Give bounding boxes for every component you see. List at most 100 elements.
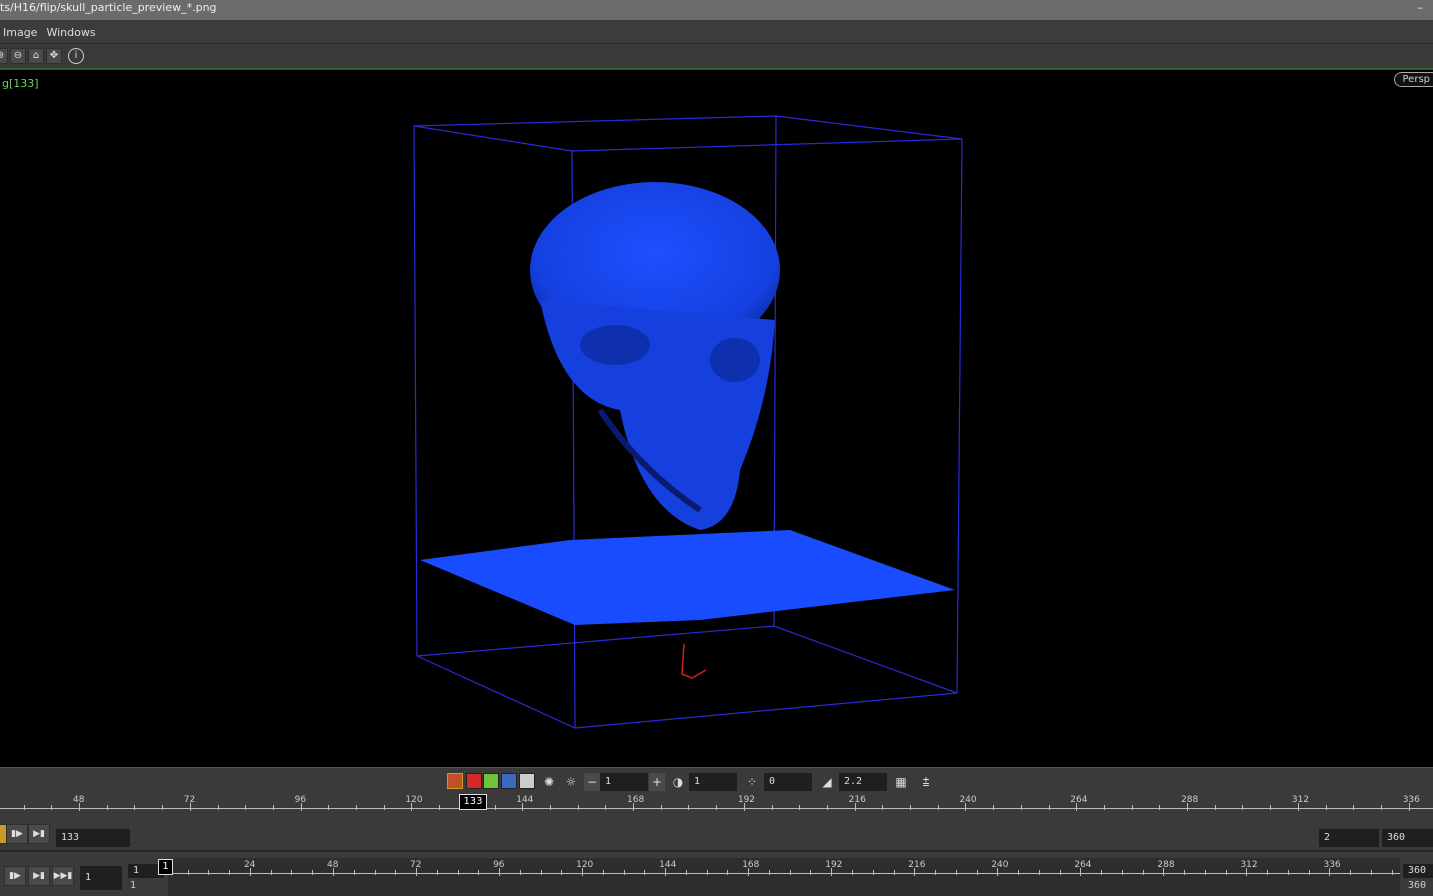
timeline-tick: [1242, 805, 1244, 810]
increment-button[interactable]: +: [649, 773, 665, 791]
timeline-tick: [395, 870, 397, 875]
range-end-field[interactable]: 360: [1403, 864, 1433, 878]
timeline-tick: [208, 870, 210, 875]
channel-green-button[interactable]: [483, 773, 499, 789]
timeline-tick-label: 24: [243, 860, 256, 870]
timeline-tick-label: 312: [1240, 860, 1258, 870]
timeline-tick-label: 216: [908, 860, 926, 870]
timeline-tick: [706, 870, 708, 875]
current-frame-marker[interactable]: 1: [158, 859, 173, 875]
timeline-tick: [1103, 805, 1105, 810]
timeline-tick-label: 120: [576, 860, 594, 870]
timeline-tick: [457, 870, 459, 875]
start-frame-field[interactable]: 2: [1319, 829, 1379, 847]
menu-bar: Image Windows: [0, 22, 1433, 44]
layer-field[interactable]: 1: [600, 773, 648, 791]
timeline-tick: [688, 805, 690, 810]
offset-field[interactable]: 0: [764, 773, 812, 791]
timeline-tick-label: 120: [405, 795, 423, 805]
title-bar: ts/H16/flip/skull_particle_preview_*.png…: [0, 0, 1433, 20]
timeline-tick: [187, 870, 189, 875]
offset-icon: ⁘: [746, 775, 758, 789]
timeline-tick: [1308, 870, 1310, 875]
timeline-tick-label: 288: [1181, 795, 1199, 805]
frame-icon[interactable]: ✥: [46, 48, 62, 64]
home-icon[interactable]: ⌂: [28, 48, 44, 64]
info-icon[interactable]: i: [68, 48, 84, 64]
timeline-tick: [1325, 805, 1327, 810]
display-controls: ✺ ☼ − 1 + ◑ 1 ⁘ 0 ◢ 2.2 ▦ ⩲: [0, 769, 1433, 795]
timeline-tick: [561, 870, 563, 875]
timeline-tick: [356, 805, 358, 810]
zoom-in-icon[interactable]: ⊕: [0, 48, 8, 64]
timeline-tick: [245, 805, 247, 810]
timeline-tick: [1020, 805, 1022, 810]
timeline-tick: [1353, 805, 1355, 810]
timeline-tick-label: 336: [1402, 795, 1420, 805]
jump-end-icon[interactable]: ▶▶▮: [52, 866, 74, 886]
brightness-field[interactable]: 1: [689, 773, 737, 791]
timeline-tick: [1131, 805, 1133, 810]
timeline-tick: [976, 870, 978, 875]
timeline-tick: [993, 805, 995, 810]
menu-image[interactable]: Image: [3, 26, 37, 39]
zoom-out-icon[interactable]: ⊖: [10, 48, 26, 64]
timeline-tick: [1018, 870, 1020, 875]
range-start-label: 1: [130, 880, 137, 891]
exposure-icon[interactable]: ☼: [563, 773, 579, 791]
timeline-tick: [605, 805, 607, 810]
timeline-tick-label: 72: [410, 860, 422, 870]
timeline-tick-label: 48: [73, 795, 85, 805]
timeline-tick-label: 144: [516, 795, 534, 805]
timeline-tick-label: 264: [1074, 860, 1092, 870]
timeline-tick: [291, 870, 293, 875]
frame-field[interactable]: 1: [80, 866, 122, 890]
timeline-tick: [716, 805, 718, 810]
timeline-tick-label: 48: [327, 860, 339, 870]
end-frame-field[interactable]: 360: [1382, 829, 1433, 847]
timeline-top[interactable]: 48 72 96 120 144 168 192 216 240 264 288 312 336 133: [0, 794, 1433, 822]
timeline-tick-label: 168: [742, 860, 760, 870]
brightness-icon: ◑: [672, 775, 684, 789]
timeline-tick: [955, 870, 957, 875]
timeline-tick: [1101, 870, 1103, 875]
frame-field[interactable]: 133: [56, 829, 130, 847]
timeline-tick: [1287, 870, 1289, 875]
timeline-tick: [229, 870, 231, 875]
gamma-field[interactable]: 2.2: [839, 773, 887, 791]
timeline-tick: [162, 805, 164, 810]
timeline-tick: [1371, 870, 1372, 875]
channel-blue-button[interactable]: [501, 773, 517, 789]
timeline-tick: [217, 805, 219, 810]
step-forward-icon[interactable]: ▶▮: [28, 824, 50, 844]
minimize-button[interactable]: –: [1418, 0, 1424, 16]
play-forward-icon[interactable]: ▮▶: [6, 824, 28, 844]
lut-icon[interactable]: ✺: [541, 773, 557, 791]
timeline-tick: [882, 805, 884, 810]
image-viewport[interactable]: g[133] Persp: [0, 70, 1433, 768]
timeline-bottom[interactable]: 24 48 72 96 120 144 168 192 216 240 264 288 312 336 1: [158, 858, 1400, 896]
skull-particles: [530, 182, 780, 530]
adjust-icon[interactable]: ⩲: [918, 773, 934, 791]
channel-red-button[interactable]: [466, 773, 482, 789]
timeline-tick: [872, 870, 874, 875]
play-forward-icon[interactable]: ▮▶: [4, 866, 26, 886]
timeline-tick: [789, 870, 791, 875]
decrement-button[interactable]: −: [584, 773, 600, 791]
step-forward-icon[interactable]: ▶▮: [28, 866, 50, 886]
timeline-tick: [1391, 870, 1393, 875]
timeline-tick-label: 216: [848, 795, 866, 805]
channel-alpha-button[interactable]: [519, 773, 535, 789]
current-frame-marker[interactable]: 133: [459, 794, 487, 810]
timeline-tick: [549, 805, 551, 810]
timeline-tick: [826, 805, 828, 810]
timeline-tick-label: 192: [737, 795, 756, 805]
channel-rgb-button[interactable]: [447, 773, 463, 789]
grid-menu-icon[interactable]: ▦: [893, 773, 909, 791]
timeline-tick: [134, 805, 136, 810]
timeline-tick-label: 96: [493, 860, 505, 870]
timeline-tick: [106, 805, 108, 810]
timeline-tick: [519, 870, 521, 875]
timeline-tick: [383, 805, 385, 810]
menu-windows[interactable]: Windows: [46, 26, 95, 39]
